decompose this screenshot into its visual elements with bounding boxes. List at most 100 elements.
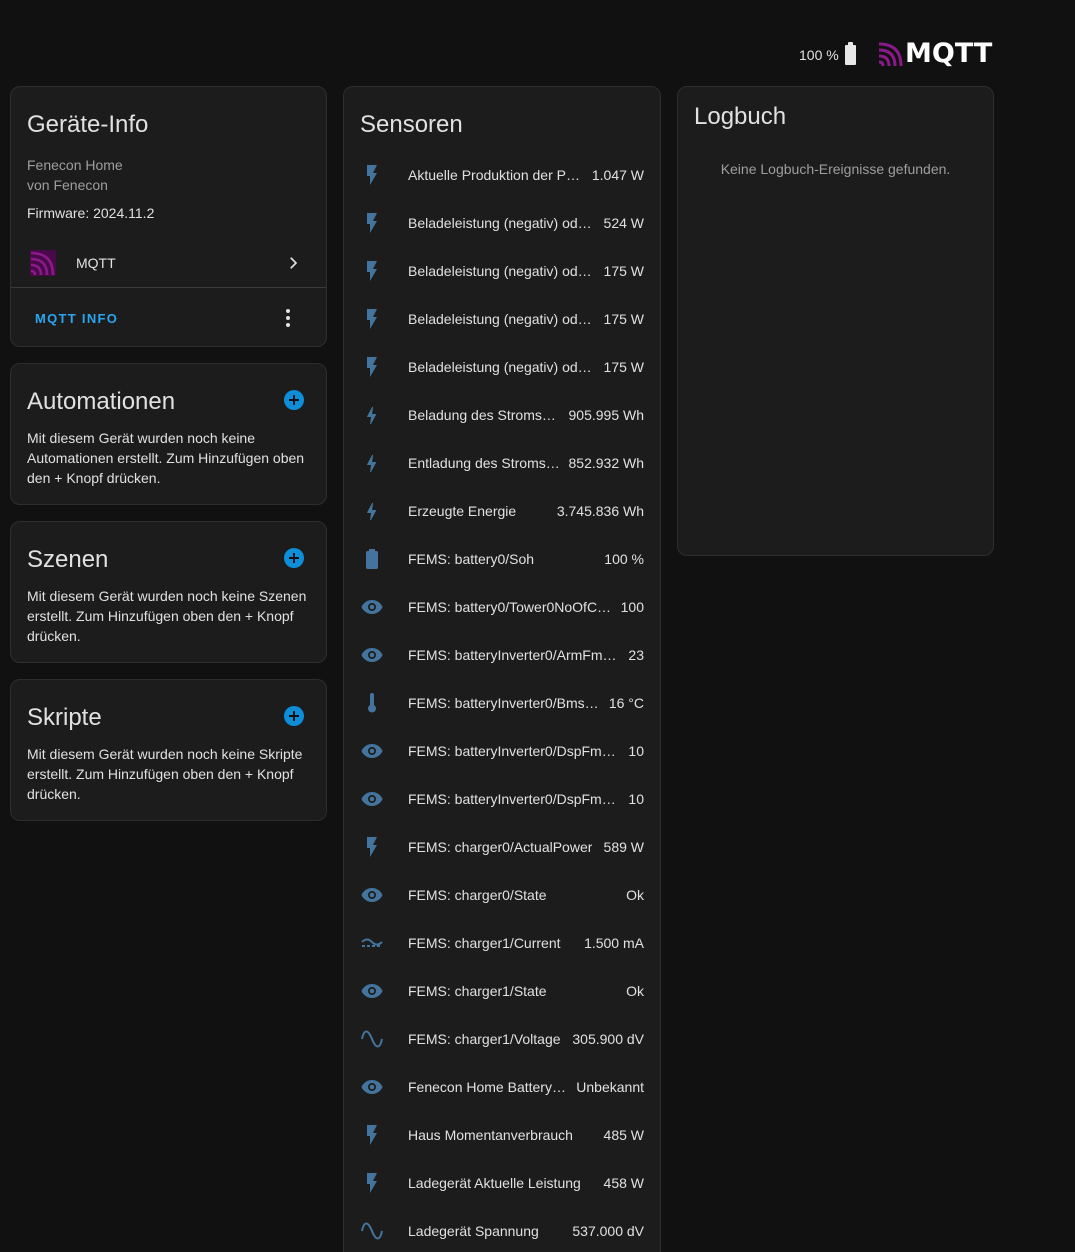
- sensor-name: Beladeleistung (negativ) od…: [408, 215, 592, 231]
- mqtt-brand-text: MQTT: [905, 38, 993, 69]
- sensor-value: 485 W: [603, 1127, 644, 1143]
- sensor-value: 175 W: [603, 263, 644, 279]
- logbook-card: Logbuch Keine Logbuch-Ereignisse gefunde…: [677, 86, 994, 556]
- thermometer-icon: [360, 691, 384, 715]
- sensor-name: FEMS: charger1/Voltage: [408, 1031, 561, 1047]
- eye-icon: [360, 979, 384, 1003]
- sensor-row[interactable]: Haus Momentanverbrauch 485 W: [344, 1111, 660, 1159]
- integration-mqtt-link[interactable]: MQTT: [11, 239, 326, 287]
- flash-icon: [360, 835, 384, 859]
- sensor-value: Unbekannt: [576, 1079, 644, 1095]
- add-automation-button[interactable]: [284, 390, 304, 410]
- battery-status: 100 %: [799, 42, 856, 66]
- sensors-title: Sensoren: [360, 111, 463, 138]
- sensor-value: 175 W: [603, 311, 644, 327]
- sensor-name: Beladung des Stroms…: [408, 407, 556, 423]
- battery-level: 100 %: [799, 47, 839, 63]
- lightning-bolt-icon: [360, 403, 384, 427]
- sensor-name: Erzeugte Energie: [408, 503, 517, 519]
- sensor-value: 1.500 mA: [584, 935, 644, 951]
- sensor-name: FEMS: charger1/Current: [408, 935, 561, 951]
- scripts-card: Skripte Mit diesem Gerät wurden noch kei…: [10, 679, 327, 821]
- sensor-name: FEMS: batteryInverter0/DspFm…: [408, 743, 616, 759]
- sensor-value: 305.900 dV: [572, 1031, 644, 1047]
- device-model: Fenecon Home: [27, 157, 123, 173]
- sensor-row[interactable]: Beladeleistung (negativ) od… 175 W: [344, 247, 660, 295]
- flash-icon: [360, 1171, 384, 1195]
- scripts-title: Skripte: [27, 704, 102, 731]
- sensor-row[interactable]: FEMS: battery0/Soh 100 %: [344, 535, 660, 583]
- eye-icon: [360, 595, 384, 619]
- sensor-row[interactable]: FEMS: batteryInverter0/DspFm… 10: [344, 727, 660, 775]
- sensor-row[interactable]: Aktuelle Produktion der P… 1.047 W: [344, 151, 660, 199]
- sensor-row[interactable]: Beladeleistung (negativ) od… 524 W: [344, 199, 660, 247]
- flash-icon: [360, 355, 384, 379]
- sensor-value: 458 W: [603, 1175, 644, 1191]
- eye-icon: [360, 1075, 384, 1099]
- flash-icon: [360, 1123, 384, 1147]
- eye-icon: [360, 643, 384, 667]
- lightning-bolt-icon: [360, 499, 384, 523]
- flash-icon: [360, 163, 384, 187]
- sensor-row[interactable]: FEMS: charger1/Current 1.500 mA: [344, 919, 660, 967]
- sensor-name: FEMS: battery0/Tower0NoOfC…: [408, 599, 612, 615]
- sensor-name: Beladeleistung (negativ) od…: [408, 359, 592, 375]
- chevron-right-icon: [290, 257, 298, 269]
- sensor-name: FEMS: batteryInverter0/DspFm…: [408, 791, 616, 807]
- sensor-row[interactable]: FEMS: batteryInverter0/DspFm… 10: [344, 775, 660, 823]
- sensor-name: Beladeleistung (negativ) od…: [408, 311, 592, 327]
- sensor-value: 10: [628, 743, 644, 759]
- sensor-row[interactable]: FEMS: batteryInverter0/Bms… 16 °C: [344, 679, 660, 727]
- eye-icon: [360, 739, 384, 763]
- lightning-bolt-icon: [360, 451, 384, 475]
- dots-vertical-icon: [286, 309, 290, 327]
- scenes-card: Szenen Mit diesem Gerät wurden noch kein…: [10, 521, 327, 663]
- sensor-row[interactable]: FEMS: charger0/State Ok: [344, 871, 660, 919]
- sensor-list: Aktuelle Produktion der P… 1.047 W Beladel…: [344, 151, 660, 1252]
- sensor-row[interactable]: Beladeleistung (negativ) od… 175 W: [344, 295, 660, 343]
- flash-icon: [360, 259, 384, 283]
- sensor-name: FEMS: charger1/State: [408, 983, 547, 999]
- sensor-row[interactable]: Fenecon Home Battery … Unbekannt: [344, 1063, 660, 1111]
- sensor-value: 10: [628, 791, 644, 807]
- plus-icon: [289, 395, 299, 405]
- sensor-name: FEMS: batteryInverter0/Bms…: [408, 695, 599, 711]
- automations-card: Automationen Mit diesem Gerät wurden noc…: [10, 363, 327, 505]
- scripts-description: Mit diesem Gerät wurden noch keine Skrip…: [27, 746, 303, 802]
- sensor-name: Ladegerät Spannung: [408, 1223, 539, 1239]
- mqtt-integration-icon: [30, 250, 56, 276]
- eye-icon: [360, 787, 384, 811]
- mqtt-logo: MQTT: [879, 40, 992, 68]
- sensor-value: 3.745.836 Wh: [556, 503, 644, 519]
- sensor-row[interactable]: FEMS: charger1/Voltage 305.900 dV: [344, 1015, 660, 1063]
- scenes-title: Szenen: [27, 546, 109, 573]
- logbook-title: Logbuch: [694, 103, 787, 130]
- add-scene-button[interactable]: [284, 548, 304, 568]
- device-manufacturer: von Fenecon: [27, 177, 108, 193]
- more-options-button[interactable]: [276, 306, 300, 330]
- sensor-name: FEMS: batteryInverter0/ArmFm…: [408, 647, 617, 663]
- flash-icon: [360, 307, 384, 331]
- sensor-row[interactable]: Ladegerät Aktuelle Leistung 458 W: [344, 1159, 660, 1207]
- sensor-row[interactable]: Beladung des Stroms… 905.995 Wh: [344, 391, 660, 439]
- flash-icon: [360, 211, 384, 235]
- plus-icon: [289, 553, 299, 563]
- sensor-value: 100 %: [604, 551, 644, 567]
- card-divider: [11, 287, 326, 288]
- sensor-row[interactable]: Erzeugte Energie 3.745.836 Wh: [344, 487, 660, 535]
- sensor-name: FEMS: charger0/State: [408, 887, 547, 903]
- sensors-card: Sensoren Aktuelle Produktion der P… 1.047…: [343, 86, 661, 1252]
- sensor-name: FEMS: battery0/Soh: [408, 551, 535, 567]
- eye-icon: [360, 883, 384, 907]
- sensor-row[interactable]: Ladegerät Spannung 537.000 dV: [344, 1207, 660, 1252]
- sensor-row[interactable]: FEMS: battery0/Tower0NoOfC… 100: [344, 583, 660, 631]
- sensor-row[interactable]: Beladeleistung (negativ) od… 175 W: [344, 343, 660, 391]
- sensor-value: Ok: [626, 887, 644, 903]
- sensor-row[interactable]: FEMS: batteryInverter0/ArmFm… 23: [344, 631, 660, 679]
- sensor-row[interactable]: FEMS: charger1/State Ok: [344, 967, 660, 1015]
- sensor-name: FEMS: charger0/ActualPower: [408, 839, 593, 855]
- mqtt-info-button[interactable]: MQTT INFO: [27, 301, 126, 335]
- add-script-button[interactable]: [284, 706, 304, 726]
- sensor-row[interactable]: Entladung des Stroms… 852.932 Wh: [344, 439, 660, 487]
- sensor-row[interactable]: FEMS: charger0/ActualPower 589 W: [344, 823, 660, 871]
